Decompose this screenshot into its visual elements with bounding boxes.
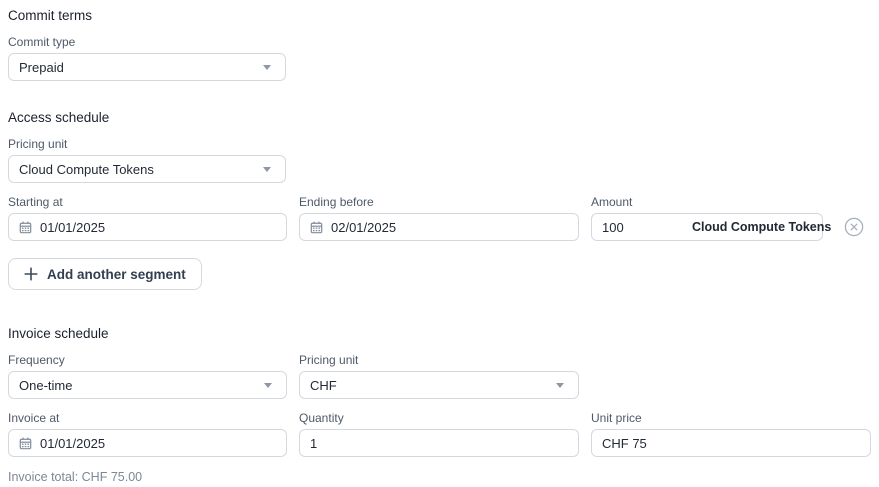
- unit-price-field: Unit price: [591, 411, 871, 457]
- segment-row: Starting at 01/01/2025 Ending before: [8, 195, 871, 241]
- starting-at-value: 01/01/2025: [40, 220, 105, 235]
- unit-price-input-box: [591, 429, 871, 457]
- add-another-segment-button[interactable]: Add another segment: [8, 258, 202, 290]
- remove-circle-icon: [844, 217, 864, 237]
- invoice-pricing-unit-value: CHF: [310, 378, 337, 393]
- unit-price-label: Unit price: [591, 411, 871, 426]
- invoice-schedule-heading: Invoice schedule: [8, 325, 871, 342]
- amount-label: Amount: [591, 195, 871, 210]
- invoice-row-1: Frequency One-time Pricing unit CHF: [8, 353, 871, 399]
- quantity-input[interactable]: [310, 436, 568, 451]
- ending-before-field: Ending before 02/01/2025: [299, 195, 579, 241]
- plus-icon: [24, 267, 38, 281]
- amount-input-box: Cloud Compute Tokens: [591, 213, 823, 241]
- commit-type-select[interactable]: Prepaid: [8, 53, 286, 81]
- invoice-pricing-unit-select[interactable]: CHF: [299, 371, 579, 399]
- calendar-icon: [19, 437, 32, 450]
- commit-terms-section: Commit terms Commit type Prepaid: [8, 7, 871, 81]
- chevron-down-icon: [263, 65, 271, 70]
- frequency-label: Frequency: [8, 353, 287, 368]
- commit-type-label: Commit type: [8, 35, 871, 50]
- add-another-segment-label: Add another segment: [47, 267, 186, 282]
- ending-before-value: 02/01/2025: [331, 220, 396, 235]
- access-schedule-section: Access schedule Pricing unit Cloud Compu…: [8, 109, 871, 290]
- invoice-at-label: Invoice at: [8, 411, 287, 426]
- invoice-at-date-input[interactable]: 01/01/2025: [8, 429, 287, 457]
- amount-input[interactable]: [602, 220, 692, 235]
- invoice-pricing-unit-label: Pricing unit: [299, 353, 579, 368]
- commit-terms-heading: Commit terms: [8, 7, 871, 24]
- remove-segment-button[interactable]: [844, 217, 864, 237]
- frequency-field: Frequency One-time: [8, 353, 287, 399]
- ending-before-label: Ending before: [299, 195, 579, 210]
- invoice-at-field: Invoice at 01/01/2025: [8, 411, 287, 457]
- access-pricing-unit-field: Pricing unit Cloud Compute Tokens: [8, 137, 871, 183]
- calendar-icon: [19, 221, 32, 234]
- amount-unit-suffix: Cloud Compute Tokens: [692, 220, 831, 234]
- invoice-pricing-unit-field: Pricing unit CHF: [299, 353, 579, 399]
- starting-at-date-input[interactable]: 01/01/2025: [8, 213, 287, 241]
- access-pricing-unit-select[interactable]: Cloud Compute Tokens: [8, 155, 286, 183]
- access-pricing-unit-label: Pricing unit: [8, 137, 871, 152]
- commit-type-field: Commit type Prepaid: [8, 35, 871, 81]
- invoice-at-value: 01/01/2025: [40, 436, 105, 451]
- invoice-schedule-section: Invoice schedule Frequency One-time Pric…: [8, 325, 871, 484]
- access-pricing-unit-value: Cloud Compute Tokens: [19, 162, 154, 177]
- calendar-icon: [310, 221, 323, 234]
- chevron-down-icon: [264, 383, 272, 388]
- frequency-select[interactable]: One-time: [8, 371, 287, 399]
- invoice-row-2: Invoice at 01/01/2025 Quantity: [8, 411, 871, 457]
- commit-type-value: Prepaid: [19, 60, 64, 75]
- ending-before-date-input[interactable]: 02/01/2025: [299, 213, 579, 241]
- quantity-input-box: [299, 429, 579, 457]
- chevron-down-icon: [263, 167, 271, 172]
- frequency-value: One-time: [19, 378, 72, 393]
- access-schedule-heading: Access schedule: [8, 109, 871, 126]
- starting-at-label: Starting at: [8, 195, 287, 210]
- starting-at-field: Starting at 01/01/2025: [8, 195, 287, 241]
- chevron-down-icon: [556, 383, 564, 388]
- quantity-label: Quantity: [299, 411, 579, 426]
- unit-price-input[interactable]: [602, 436, 860, 451]
- quantity-field: Quantity: [299, 411, 579, 457]
- invoice-total-text: Invoice total: CHF 75.00: [8, 470, 871, 484]
- amount-field: Amount Cloud Compute Tokens: [591, 195, 871, 241]
